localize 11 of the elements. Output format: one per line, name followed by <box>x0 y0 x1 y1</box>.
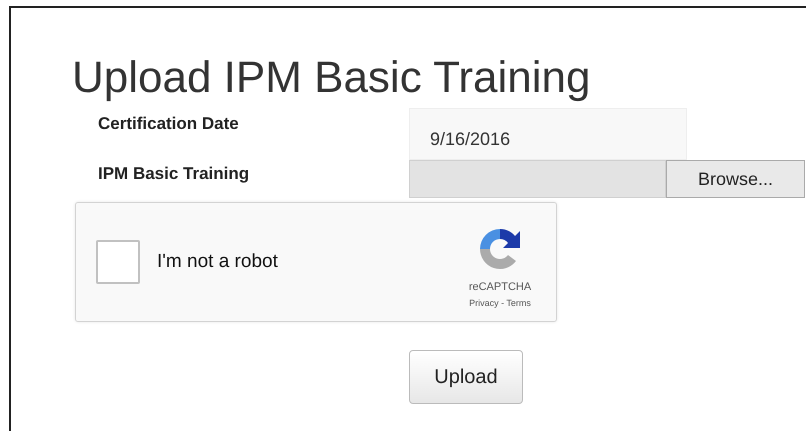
date-field[interactable]: 9/16/2016 <box>409 108 687 160</box>
recaptcha-text: reCAPTCHA <box>468 280 532 292</box>
privacy-terms-link[interactable]: Privacy - Terms <box>469 298 531 308</box>
captcha-label: I'm not a robot <box>157 251 279 273</box>
field-label: IPM Basic Training <box>97 163 250 184</box>
file-path-field[interactable] <box>409 160 666 198</box>
field-label: Certification Date <box>97 113 240 134</box>
page-title: Upload IPM Basic Training <box>72 52 592 104</box>
upload-button[interactable]: Upload <box>409 350 523 404</box>
captcha-checkbox[interactable] <box>96 240 140 284</box>
browse-button[interactable]: Browse... <box>666 160 805 198</box>
